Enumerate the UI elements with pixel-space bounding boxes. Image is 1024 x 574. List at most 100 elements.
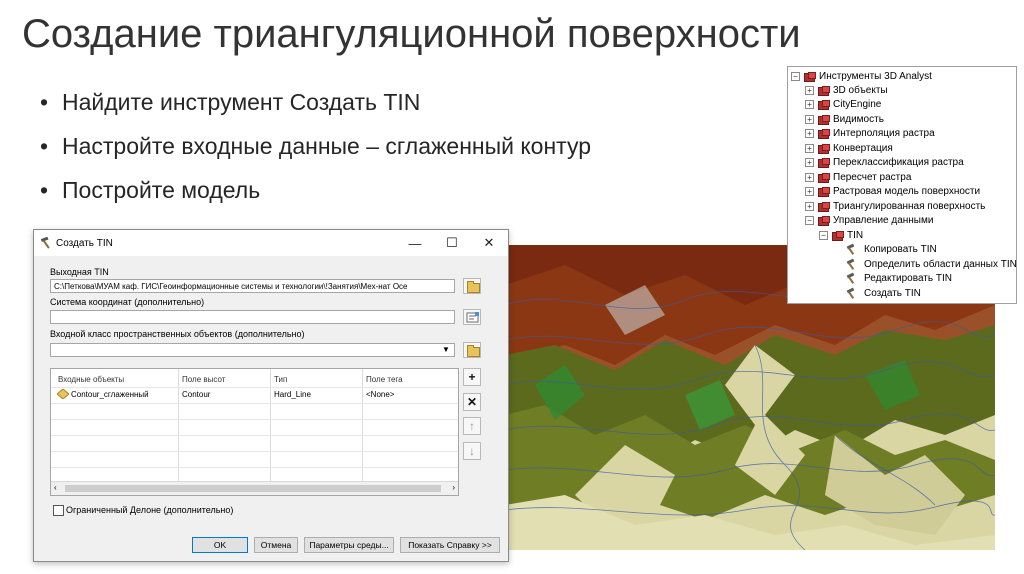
toolbox-tree-panel[interactable]: − Инструменты 3D Analyst +3D объекты + Ci… [787,66,1017,304]
slide-title: Создание триангуляционной поверхности [22,12,801,56]
hammer-icon [846,259,860,270]
toolset-icon [818,144,830,154]
feature-class-icon [57,389,69,399]
environments-button[interactable]: Параметры среды... [304,537,394,553]
output-tin-field[interactable]: C:\Петкова\МУАМ каф. ГИС\Геоинформационн… [50,279,455,293]
browse-output-button[interactable] [463,278,481,294]
constrained-delaunay-label: Ограниченный Делоне (дополнительно) [66,505,234,515]
remove-row-button[interactable]: ✕ [463,393,481,411]
show-help-button[interactable]: Показать Справку >> [400,537,500,553]
crs-field[interactable] [50,310,455,324]
input-features-label: Входной класс пространственных объектов … [50,329,305,339]
table-divider [51,435,458,436]
tree-tool-label: Копировать TIN [864,244,937,255]
toolset-icon [818,173,830,183]
tree-item-label: Переклассификация растра [833,157,964,168]
expand-icon[interactable]: + [805,129,814,138]
arrow-up-icon: ↑ [469,419,475,433]
create-tin-dialog[interactable]: Создать TIN — ☐ ✕ Выходная TIN C:\Петков… [33,229,509,562]
table-column [51,369,179,481]
add-row-button[interactable]: + [463,368,481,386]
tree-item-label: Триангулированная поверхность [833,201,986,212]
expand-icon[interactable]: + [805,115,814,124]
minimize-icon[interactable]: — [406,235,424,251]
tree-item-3d-objects[interactable]: +3D объекты [805,84,888,97]
table-divider [51,403,458,404]
tree-item-tin-folder[interactable]: − TIN [819,229,863,242]
table-divider [51,387,458,388]
scrollbar-thumb[interactable] [65,485,441,492]
tree-root[interactable]: − Инструменты 3D Analyst [791,70,932,83]
bullet-item: • Найдите инструмент Создать TIN [40,89,421,115]
input-features-select[interactable] [50,343,455,357]
hammer-icon [40,237,50,249]
tree-item-label: Интерполяция растра [833,128,935,139]
output-tin-label: Выходная TIN [50,267,109,277]
maximize-icon[interactable]: ☐ [443,235,461,251]
chevron-down-icon[interactable]: ▼ [442,345,450,354]
tree-item-cityengine[interactable]: + CityEngine [805,98,881,111]
hammer-icon [846,273,860,284]
tree-tool-create-tin[interactable]: Создать TIN [846,287,921,300]
tree-item-label: Управление данными [833,215,934,226]
constrained-delaunay-checkbox[interactable] [53,505,64,516]
tree-item-raster-math[interactable]: + Пересчет растра [805,171,911,184]
expand-icon[interactable]: + [805,202,814,211]
column-header[interactable]: Тип [274,375,287,384]
tree-item-triangulated-surface[interactable]: + Триангулированная поверхность [805,200,985,213]
toolset-icon [818,202,830,212]
expand-icon[interactable]: + [805,86,814,95]
table-cell[interactable]: <None> [366,390,394,399]
horizontal-scrollbar[interactable]: ‹ › [51,481,458,495]
x-icon: ✕ [466,395,478,409]
collapse-icon[interactable]: − [791,72,800,81]
table-divider [51,419,458,420]
chevron-right-icon[interactable]: › [452,483,455,492]
collapse-icon[interactable]: − [805,216,814,225]
collapse-icon[interactable]: − [819,231,828,240]
tree-tool-edit-tin[interactable]: Редактировать TIN [846,272,952,285]
crs-properties-button[interactable] [463,309,481,325]
dialog-titlebar[interactable]: Создать TIN — ☐ ✕ [34,230,508,256]
chevron-left-icon[interactable]: ‹ [54,483,57,492]
crs-label: Система координат (дополнительно) [50,297,205,307]
input-features-table[interactable]: Входные объекты Поле высот Тип Поле тега… [50,368,459,496]
toolbox-icon [804,72,816,82]
table-divider [51,451,458,452]
tree-item-conversion[interactable]: + Конвертация [805,142,893,155]
expand-icon[interactable]: + [805,144,814,153]
tree-item-raster-reclass[interactable]: + Переклассификация растра [805,156,964,169]
tree-item-data-management[interactable]: − Управление данными [805,214,933,227]
expand-icon[interactable]: + [805,173,814,182]
tree-tool-label: Редактировать TIN [864,273,952,284]
column-header[interactable]: Входные объекты [58,375,124,384]
toolset-icon [818,158,830,168]
tree-item-visibility[interactable]: + Видимость [805,113,884,126]
toolset-icon [818,216,830,226]
cancel-button[interactable]: Отмена [254,537,298,553]
expand-icon[interactable]: + [805,100,814,109]
browse-input-button[interactable] [463,342,481,358]
column-header[interactable]: Поле тега [366,375,403,384]
table-cell[interactable]: Hard_Line [274,390,311,399]
properties-icon [466,312,479,323]
toolset-icon [818,187,830,197]
toolset-icon [818,115,830,125]
close-icon[interactable]: ✕ [480,235,498,251]
tree-tool-delineate-tin[interactable]: Определить области данных TIN [846,258,1016,271]
expand-icon[interactable]: + [805,187,814,196]
expand-icon[interactable]: + [805,158,814,167]
folder-icon [467,281,480,293]
table-column [178,369,271,481]
ok-button[interactable]: OK [192,537,248,553]
move-up-button[interactable]: ↑ [463,417,481,435]
tree-tool-copy-tin[interactable]: Копировать TIN [846,243,937,256]
tree-item-raster-surface[interactable]: + Растровая модель поверхности [805,185,980,198]
move-down-button[interactable]: ↓ [463,442,481,460]
column-header[interactable]: Поле высот [182,375,225,384]
tree-item-label: 3D объекты [833,85,888,96]
tree-item-raster-interpolation[interactable]: + Интерполяция растра [805,127,935,140]
table-cell[interactable]: Contour [182,390,210,399]
table-divider [51,467,458,468]
table-cell[interactable]: Contour_сглаженный [71,390,149,399]
